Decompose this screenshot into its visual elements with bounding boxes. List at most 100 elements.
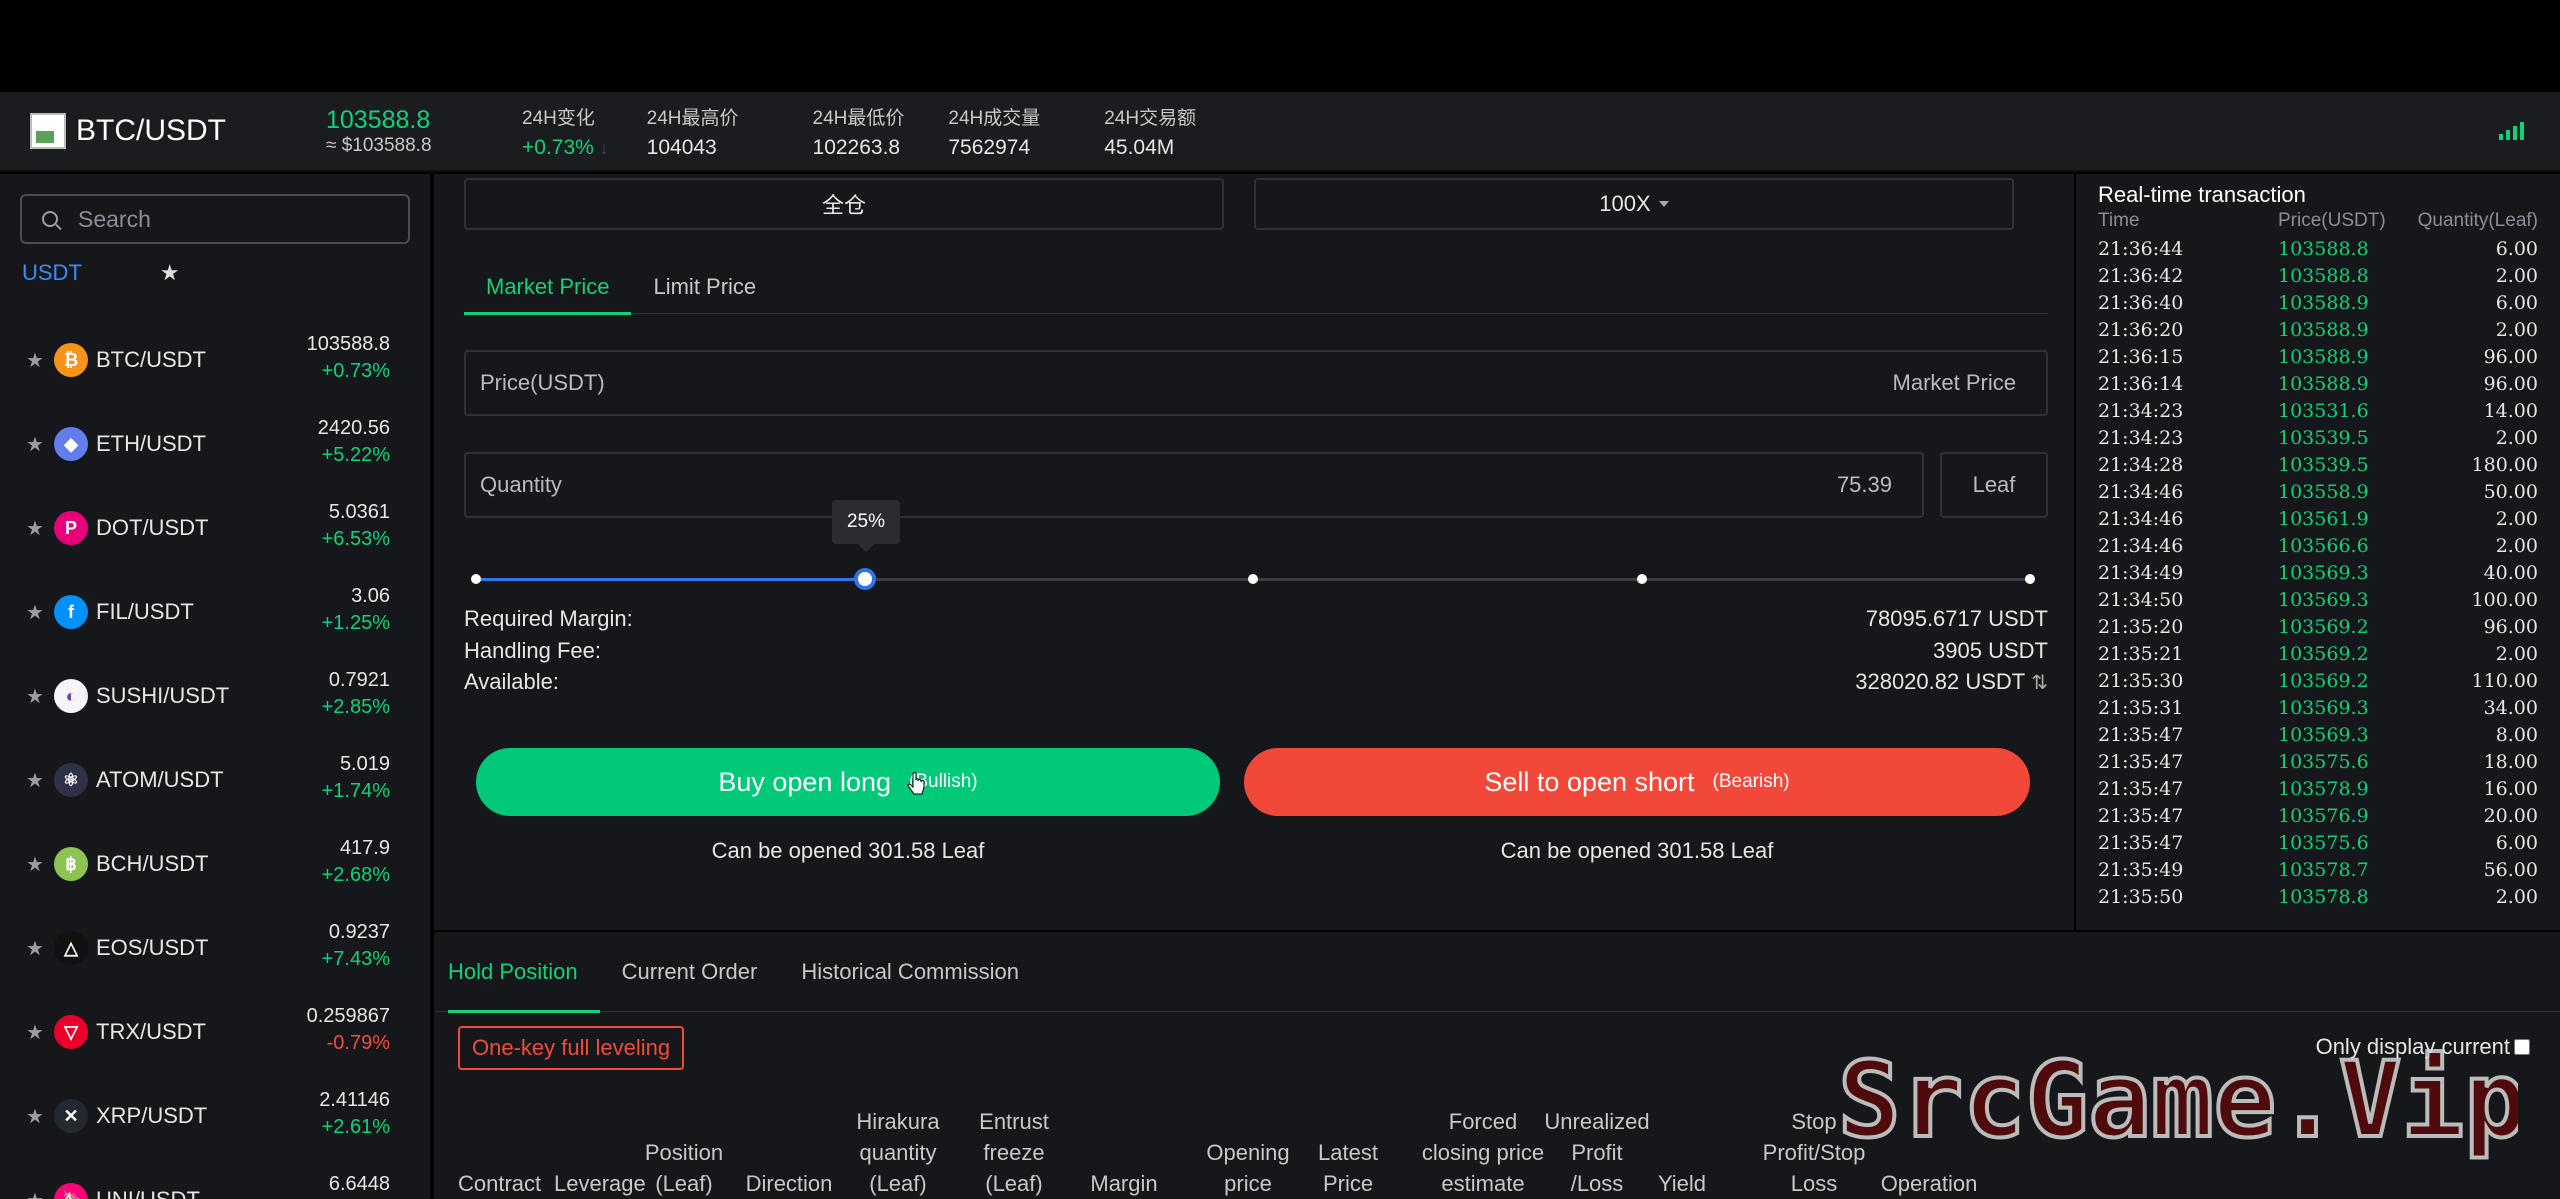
coin-change: +1.25% [321, 612, 390, 634]
star-icon[interactable]: ★ [26, 936, 50, 961]
one-key-full-leveling-button[interactable]: One-key full leveling [458, 1026, 685, 1070]
last-price-usd: ≈ $103588.8 [326, 134, 432, 156]
coin-row[interactable]: ★ ฿ BCH/USDT 417.9 +2.68% [0, 822, 430, 906]
stat-value: 7562974 [948, 135, 1031, 159]
trade-row: 21:34:23 103539.5 2.00 [2098, 427, 2538, 454]
star-icon[interactable]: ★ [26, 348, 50, 373]
tab-limit-price[interactable]: Limit Price [631, 260, 778, 314]
slider-handle[interactable] [853, 568, 876, 590]
tab-historical-commission[interactable]: Historical Commission [779, 932, 1041, 1012]
trade-price: 103569.3 [2278, 589, 2369, 611]
trade-quantity: 110.00 [2471, 670, 2538, 692]
coin-values: 0.7921 +2.85% [322, 669, 390, 719]
trade-row: 21:35:47 103578.9 16.00 [2098, 778, 2538, 805]
margin-mode-select[interactable]: 全仓 [464, 178, 1224, 230]
column-header: Latest Price [1318, 1140, 1378, 1196]
trade-row: 21:36:44 103588.8 6.00 [2098, 238, 2538, 265]
slider-stop-100[interactable] [2025, 574, 2035, 584]
trades-header: Time Price(USDT) Quantity(Leaf) [2098, 210, 2538, 232]
sell-open-short-button[interactable]: Sell to open short (Bearish) [1244, 748, 2030, 816]
market-header: BTC/USDT 103588.8 ≈ $103588.8 24H变化 +0.7… [0, 92, 2560, 172]
trade-time: 21:34:49 [2098, 562, 2184, 584]
coin-icon: ✕ [54, 1099, 88, 1133]
trade-quantity: 2.00 [2495, 319, 2538, 341]
coin-row[interactable]: ★ ✕ XRP/USDT 2.41146 +2.61% [0, 1074, 430, 1158]
coin-row[interactable]: ★ ▽ TRX/USDT 0.259867 -0.79% [0, 990, 430, 1074]
trade-row: 21:36:20 103588.9 2.00 [2098, 319, 2538, 346]
trade-row: 21:35:20 103569.2 96.00 [2098, 616, 2538, 643]
trade-price: 103561.9 [2278, 508, 2369, 530]
coin-row[interactable]: ★ ⚛ ATOM/USDT 5.019 +1.74% [0, 738, 430, 822]
star-icon[interactable]: ★ [26, 684, 50, 709]
star-icon[interactable]: ★ [26, 432, 50, 457]
trade-quantity: 2.00 [2495, 427, 2538, 449]
tab-usdt[interactable]: USDT [22, 260, 82, 286]
column-header: Margin [1090, 1171, 1158, 1196]
trade-price: 103588.9 [2278, 292, 2369, 314]
margin-mode-label: 全仓 [821, 193, 866, 218]
transfer-icon[interactable]: ⇅ [2031, 670, 2048, 695]
leverage-label: 100X [1599, 191, 1651, 216]
trade-time: 21:35:47 [2098, 832, 2184, 854]
star-icon[interactable]: ★ [26, 1104, 50, 1129]
quantity-slider[interactable] [471, 568, 2035, 590]
trade-quantity: 6.00 [2495, 238, 2538, 260]
trade-row: 21:34:49 103569.3 40.00 [2098, 562, 2538, 589]
col-price: Price(USDT) [2278, 210, 2386, 231]
trade-price: 103588.9 [2278, 373, 2369, 395]
trade-time: 21:35:30 [2098, 670, 2184, 692]
slider-stop-75[interactable] [1636, 574, 1647, 584]
trade-row: 21:34:28 103539.5 180.00 [2098, 454, 2538, 481]
coin-row[interactable]: ★ ◆ ETH/USDT 2420.56 +5.22% [0, 402, 430, 486]
coin-row[interactable]: ★ P DOT/USDT 5.0361 +6.53% [0, 486, 430, 570]
tab-hold-position[interactable]: Hold Position [434, 932, 600, 1013]
search-box[interactable] [20, 194, 410, 244]
order-type-tabs: Market Price Limit Price [464, 260, 2048, 315]
trade-quantity: 96.00 [2483, 373, 2538, 395]
quantity-field[interactable]: Quantity 75.39 [464, 452, 1924, 518]
star-icon[interactable]: ★ [26, 1020, 50, 1045]
trade-quantity: 8.00 [2495, 724, 2538, 746]
available-label: Available: [464, 669, 559, 694]
buy-can-open: Can be opened 301.58 Leaf [711, 838, 985, 863]
coin-icon: ₿ [54, 343, 88, 377]
trade-price: 103588.8 [2278, 265, 2369, 287]
star-icon[interactable]: ★ [160, 260, 180, 286]
slider-stop-50[interactable] [1248, 574, 1258, 584]
tab-market-price[interactable]: Market Price [464, 260, 632, 315]
coin-row[interactable]: ★ ₿ BTC/USDT 103588.8 +0.73% [0, 318, 430, 402]
quantity-field-label: Quantity [480, 472, 562, 497]
star-icon[interactable]: ★ [26, 852, 50, 877]
chevron-down-icon [1658, 201, 1669, 207]
star-icon[interactable]: ★ [26, 1188, 50, 1199]
tab-current-order[interactable]: Current Order [600, 932, 780, 1012]
quantity-unit[interactable]: Leaf [1940, 452, 2048, 518]
trade-quantity: 56.00 [2483, 859, 2538, 881]
hand-cursor-icon [907, 772, 925, 795]
coin-icon: f [54, 595, 88, 629]
leverage-select[interactable]: 100X [1254, 178, 2014, 230]
coin-row[interactable]: ★ f FIL/USDT 3.06 +1.25% [0, 570, 430, 654]
coin-row[interactable]: ★ ◐ SUSHI/USDT 0.7921 +2.85% [0, 654, 430, 738]
coin-change: +2.61% [321, 1116, 390, 1138]
star-icon[interactable]: ★ [26, 516, 50, 541]
trade-quantity: 18.00 [2483, 751, 2538, 773]
buy-open-long-button[interactable]: Buy open long (Bullish) [476, 748, 1220, 816]
available-value: 328020.82 USDT [1855, 669, 2026, 694]
price-field[interactable]: Price(USDT) Market Price [464, 350, 2048, 416]
signal-bars-icon [2499, 120, 2524, 140]
coin-row[interactable]: ★ △ EOS/USDT 0.9237 +7.43% [0, 906, 430, 990]
trade-price: 103569.2 [2278, 643, 2369, 665]
star-icon[interactable]: ★ [26, 768, 50, 793]
pair-title[interactable]: BTC/USDT [76, 114, 326, 148]
coin-price: 5.0361 [328, 501, 390, 523]
trade-time: 21:35:49 [2098, 859, 2184, 881]
coin-row[interactable]: ★🦄UNI/USDT6.6448 [0, 1158, 430, 1199]
search-input[interactable] [78, 205, 398, 233]
column-header: Unrealized Profit /Loss [1544, 1109, 1650, 1196]
star-icon[interactable]: ★ [26, 600, 50, 625]
trade-time: 21:35:47 [2098, 724, 2184, 746]
trade-price: 103569.3 [2278, 697, 2369, 719]
slider-stop-0[interactable] [471, 574, 481, 584]
trade-row: 21:35:47 103575.6 18.00 [2098, 751, 2538, 778]
